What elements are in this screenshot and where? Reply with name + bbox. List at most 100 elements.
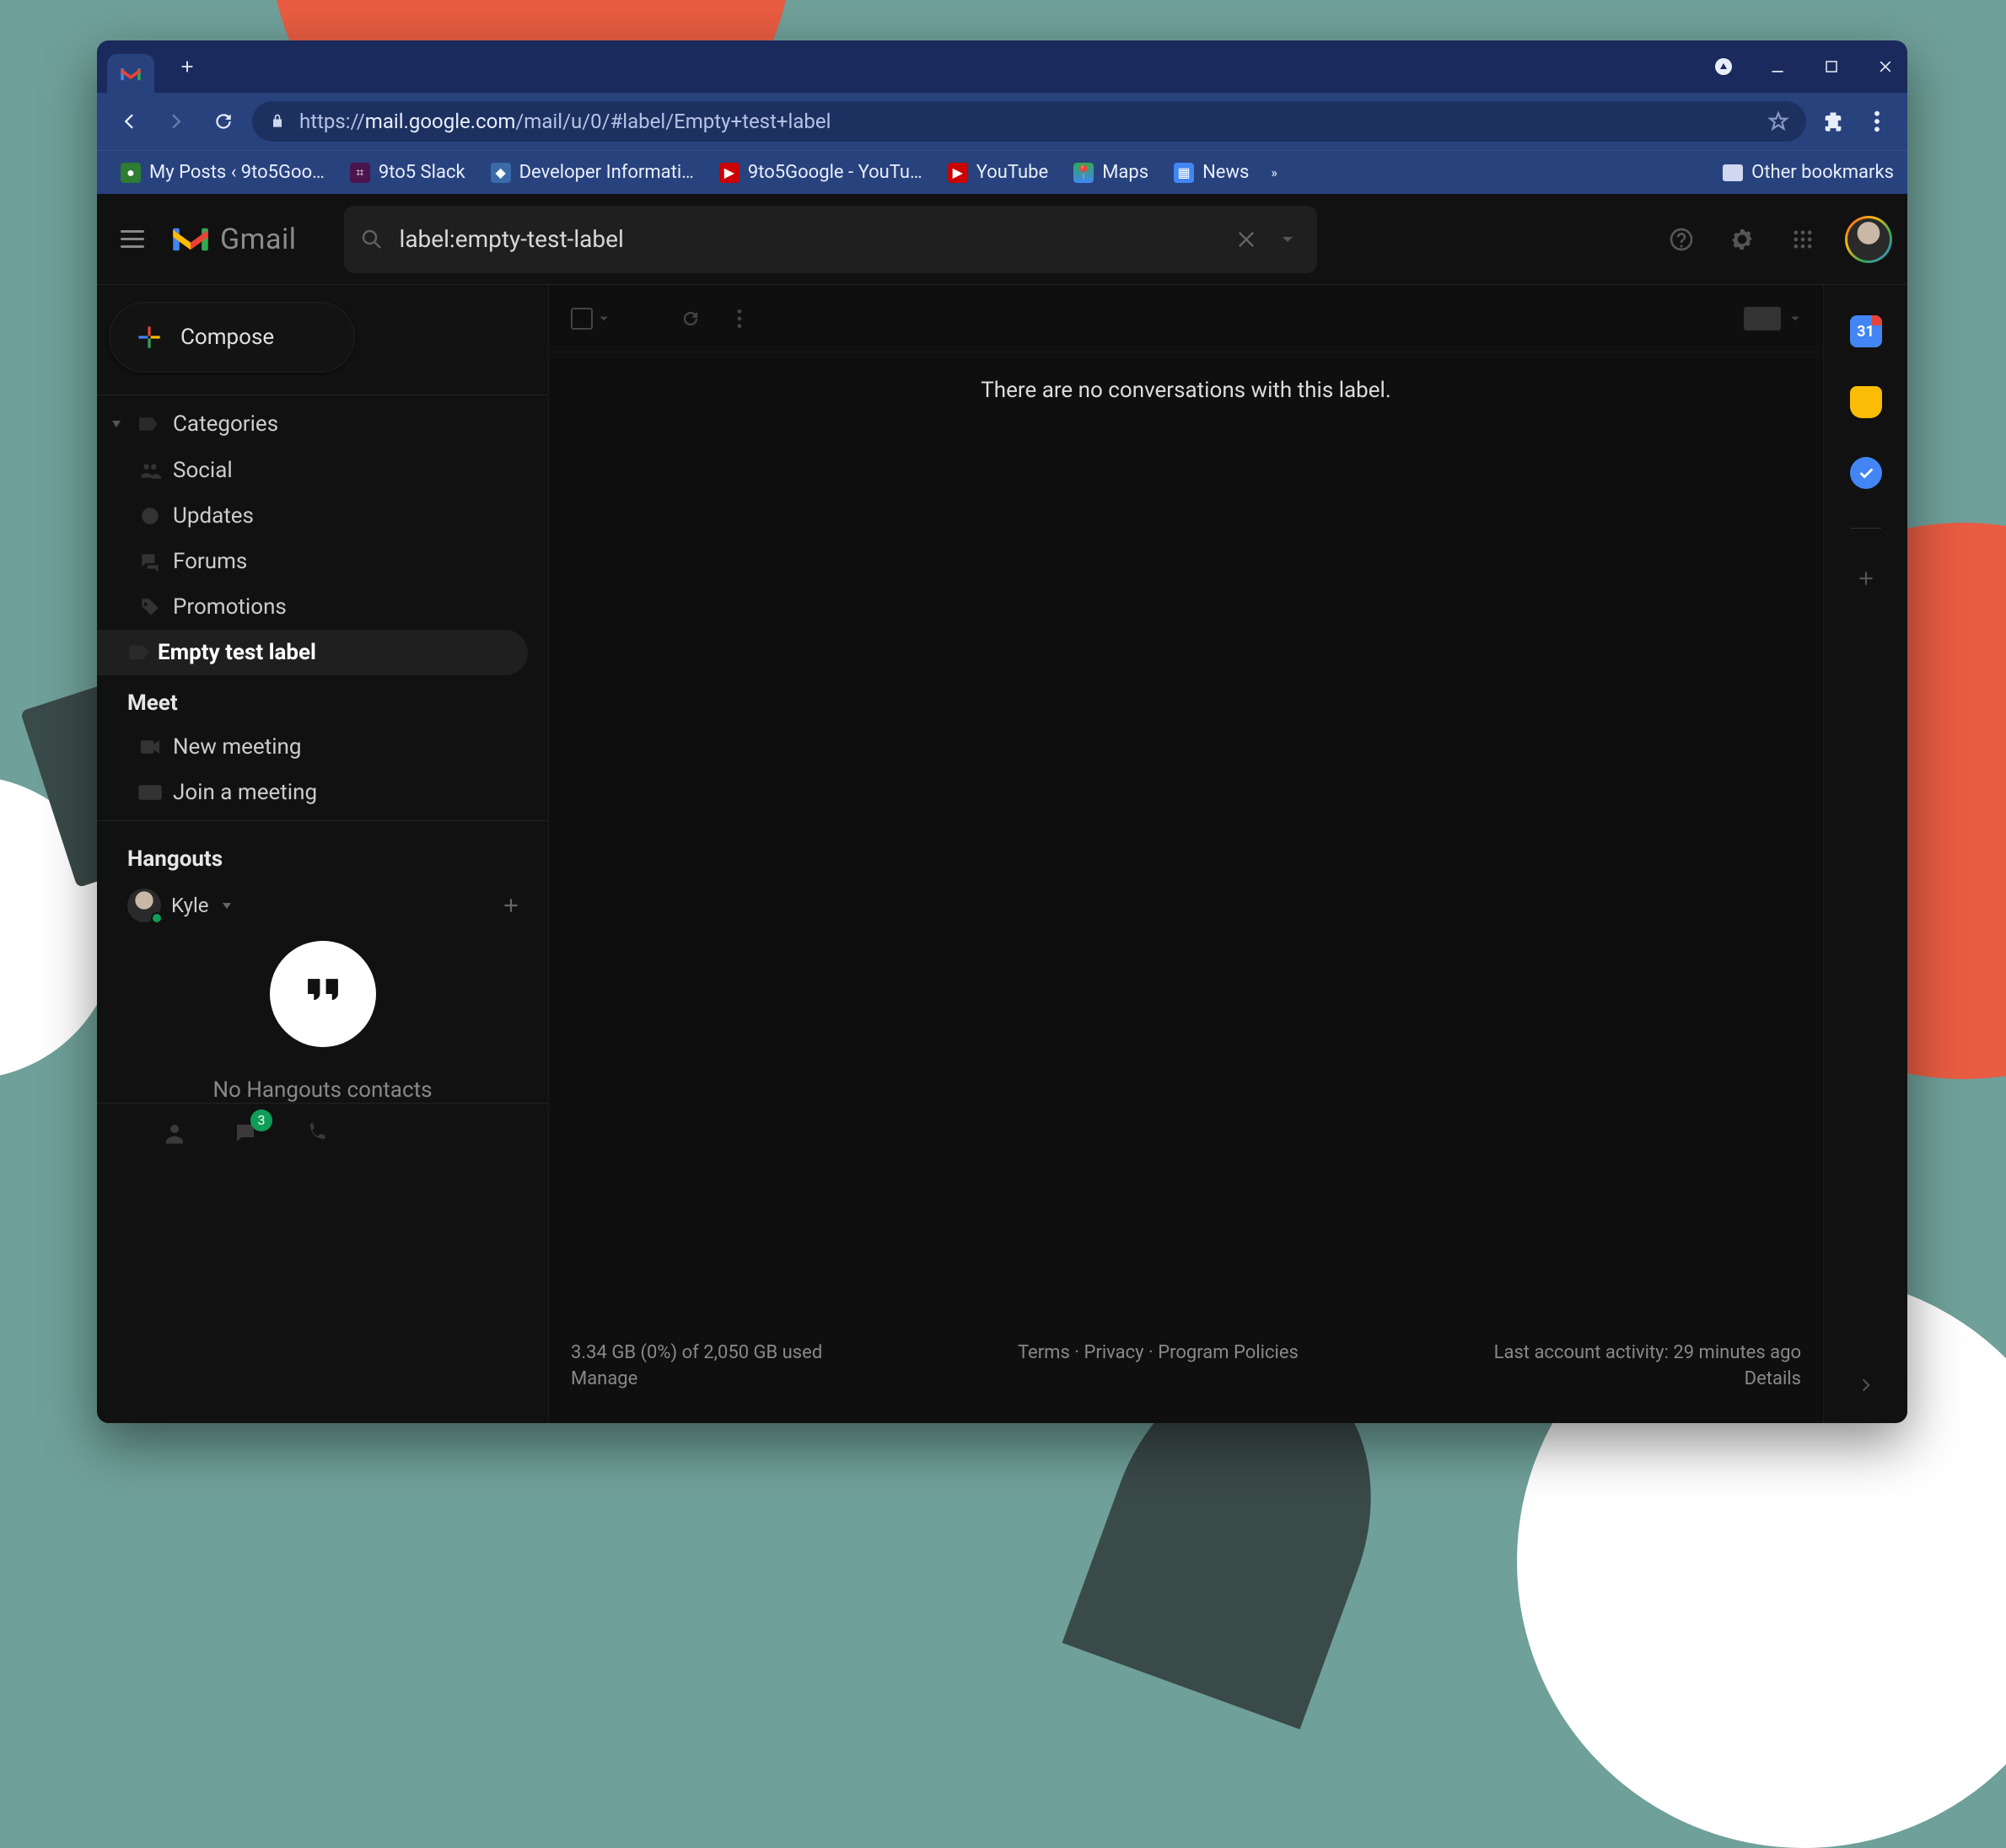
search-icon[interactable] [359,227,385,252]
label-icon [137,416,159,432]
settings-button[interactable] [1724,221,1761,258]
keyboard-icon [137,780,163,805]
sidebar-item-join-meeting[interactable]: Join a meeting [97,770,548,815]
meet-heading: Meet [97,675,548,724]
bookmarks-bar: ●My Posts ‹ 9to5Goo… ⌗9to5 Slack ◆Develo… [97,150,1907,194]
get-addons-button[interactable] [1855,567,1877,589]
input-tools-button[interactable] [1744,307,1781,330]
mail-toolbar [549,285,1823,352]
gmail-logo-icon [171,225,210,254]
hangouts-calls-tab[interactable] [298,1115,335,1152]
main-pane: There are no conversations with this lab… [549,285,1823,1423]
manage-storage-link[interactable]: Manage [571,1368,822,1389]
bookmark-item[interactable]: ◆Developer Informati… [481,157,704,188]
hangouts-conversations-tab[interactable]: 3 [227,1115,264,1152]
hangouts-user-selector[interactable]: Kyle [97,880,548,931]
tasks-app-button[interactable] [1850,457,1882,489]
sidebar-item-forums[interactable]: Forums [97,539,548,584]
extensions-button[interactable] [1816,105,1850,138]
support-button[interactable] [1663,221,1700,258]
side-panel: 31 [1823,285,1907,1423]
maximize-button[interactable] [1820,55,1843,78]
user-avatar [127,889,161,922]
bookmark-star-button[interactable] [1767,110,1789,132]
incognito-indicator-icon [1712,55,1735,78]
gmail-logo[interactable]: Gmail [171,223,297,256]
storage-text: 3.34 GB (0%) of 2,050 GB used [571,1342,822,1363]
new-tab-button[interactable] [169,49,205,84]
categories-label: Categories [173,411,278,437]
new-conversation-button[interactable] [494,889,528,922]
categories-toggle[interactable]: Categories [97,400,548,448]
hide-side-panel-button[interactable] [1857,1376,1875,1394]
sidebar: Compose Categories Social Updates Forums… [97,285,549,1423]
hangouts-contacts-tab[interactable] [156,1115,193,1152]
keep-app-button[interactable] [1850,386,1882,418]
caret-down-icon [223,903,231,909]
search-bar [344,206,1317,273]
url-text: https://mail.google.com/mail/u/0/#label/… [299,110,831,133]
sidebar-item-empty-test-label[interactable]: Empty test label [97,630,528,675]
bookmark-item[interactable]: ▶YouTube [938,157,1058,188]
activity-text: Last account activity: 29 minutes ago [1494,1342,1801,1363]
caret-down-icon [112,421,121,427]
chrome-menu-button[interactable] [1860,110,1894,133]
active-tab[interactable] [107,54,154,93]
policies-link[interactable]: Program Policies [1158,1342,1299,1363]
search-options-button[interactable] [1273,232,1302,247]
reload-button[interactable] [205,103,242,140]
sidebar-item-updates[interactable]: Updates [97,493,548,539]
presence-dot-icon [151,912,163,924]
browser-window: https://mail.google.com/mail/u/0/#label/… [97,40,1907,1423]
folder-icon [1723,164,1743,181]
window-controls [1712,55,1897,78]
privacy-link[interactable]: Privacy [1084,1342,1143,1363]
empty-state-text: There are no conversations with this lab… [549,352,1823,428]
tag-icon [137,594,163,620]
sidebar-item-social[interactable]: Social [97,448,548,493]
forum-icon [137,549,163,574]
footer: 3.34 GB (0%) of 2,050 GB used Manage Ter… [549,1322,1823,1423]
bookmark-item[interactable]: ▦News [1164,157,1259,188]
search-input[interactable] [400,225,1219,253]
compose-plus-icon [133,321,165,353]
sidebar-item-new-meeting[interactable]: New meeting [97,724,548,770]
back-button[interactable] [110,103,148,140]
clear-search-button[interactable] [1234,228,1258,251]
terms-link[interactable]: Terms [1018,1342,1070,1363]
lock-icon [269,113,286,130]
gmail-app: Gmail Compose [97,194,1907,1423]
main-menu-button[interactable] [112,219,153,260]
compose-label: Compose [180,325,274,350]
label-icon [126,640,152,665]
google-apps-button[interactable] [1784,221,1821,258]
info-icon [137,503,163,529]
hangouts-empty-text: No Hangouts contacts [97,1077,548,1103]
minimize-button[interactable] [1766,55,1789,78]
refresh-button[interactable] [674,302,707,336]
address-bar[interactable]: https://mail.google.com/mail/u/0/#label/… [252,101,1806,142]
hangouts-heading: Hangouts [97,831,548,880]
gmail-favicon-icon [119,62,143,85]
forward-button[interactable] [158,103,195,140]
bookmark-item[interactable]: ●My Posts ‹ 9to5Goo… [110,157,335,188]
bookmark-item[interactable]: ⌗9to5 Slack [340,157,476,188]
account-avatar[interactable] [1845,216,1892,263]
compose-button[interactable]: Compose [109,302,355,373]
other-bookmarks-button[interactable]: Other bookmarks [1723,162,1894,183]
app-header: Gmail [97,194,1907,285]
bookmark-item[interactable]: ▶9to5Google - YouTu… [709,157,933,188]
video-icon [137,734,163,760]
bookmark-item[interactable]: 📍Maps [1063,157,1159,188]
select-all-checkbox[interactable] [571,308,610,330]
hangouts-tabs: 3 [97,1103,548,1162]
close-window-button[interactable] [1874,55,1897,78]
sidebar-item-promotions[interactable]: Promotions [97,584,548,630]
brand-text: Gmail [220,223,297,256]
bookmarks-overflow-button[interactable]: » [1271,164,1277,180]
calendar-app-button[interactable]: 31 [1850,315,1882,347]
caret-down-icon[interactable] [1789,313,1801,325]
hangouts-logo-icon [270,941,376,1047]
details-link[interactable]: Details [1494,1368,1801,1389]
more-button[interactable] [723,302,756,336]
